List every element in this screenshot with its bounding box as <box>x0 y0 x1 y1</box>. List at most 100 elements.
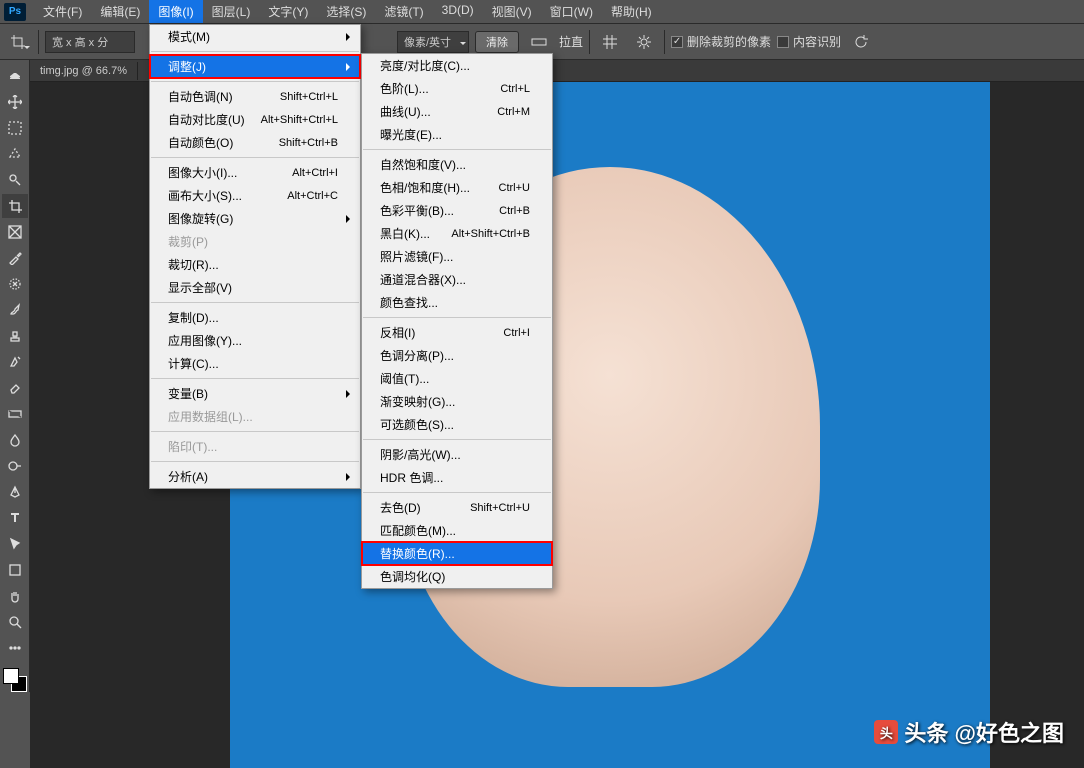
menubar-item[interactable]: 文字(Y) <box>259 0 317 23</box>
settings-icon[interactable] <box>630 28 658 56</box>
menubar-item[interactable]: 编辑(E) <box>91 0 149 23</box>
menu-item[interactable]: 曲线(U)...Ctrl+M <box>362 100 552 123</box>
menu-item[interactable]: 图像旋转(G) <box>150 207 360 230</box>
menu-item[interactable]: 色调分离(P)... <box>362 344 552 367</box>
straighten-icon[interactable] <box>525 28 553 56</box>
reset-icon[interactable] <box>847 28 875 56</box>
healing-brush-icon[interactable] <box>2 272 28 296</box>
menu-item[interactable]: 显示全部(V) <box>150 276 360 299</box>
collapse-icon[interactable] <box>2 64 28 88</box>
menu-item-label: 图像旋转(G) <box>168 210 338 227</box>
edit-toolbar-icon[interactable] <box>2 636 28 660</box>
delete-cropped-checkbox[interactable]: 删除裁剪的像素 <box>671 33 771 50</box>
image-menu-dropdown: 模式(M) 调整(J) 自动色调(N) Shift+Ctrl+L 自动对比度(U)Alt… <box>149 24 361 489</box>
brush-tool-icon[interactable] <box>2 298 28 322</box>
menubar-item[interactable]: 窗口(W) <box>541 0 602 23</box>
lasso-tool-icon[interactable] <box>2 142 28 166</box>
menu-item[interactable]: 画布大小(S)...Alt+Ctrl+C <box>150 184 360 207</box>
menu-item[interactable]: 变量(B) <box>150 382 360 405</box>
menu-item-label: 裁剪(P) <box>168 233 338 250</box>
menu-item[interactable]: 色阶(L)...Ctrl+L <box>362 77 552 100</box>
watermark-logo-icon: 头 <box>874 720 898 744</box>
menu-item-label: 可选颜色(S)... <box>380 416 530 433</box>
path-select-icon[interactable] <box>2 532 28 556</box>
menu-item-label: 色彩平衡(B)... <box>380 202 485 219</box>
document-tab[interactable]: timg.jpg @ 66.7% <box>30 62 138 80</box>
menu-item[interactable]: 复制(D)... <box>150 306 360 329</box>
menu-item[interactable]: 自然饱和度(V)... <box>362 153 552 176</box>
menu-item[interactable]: HDR 色调... <box>362 466 552 489</box>
menu-item[interactable]: 调整(J) <box>150 55 360 78</box>
menu-item[interactable]: 图像大小(I)...Alt+Ctrl+I <box>150 161 360 184</box>
menu-item[interactable]: 阈值(T)... <box>362 367 552 390</box>
clear-button[interactable]: 清除 <box>475 31 519 53</box>
menu-item-label: 去色(D) <box>380 499 456 516</box>
menu-item-label: 调整(J) <box>168 58 338 75</box>
menu-item-label: 曲线(U)... <box>380 103 483 120</box>
menu-item-shortcut: Shift+Ctrl+L <box>280 91 338 103</box>
zoom-tool-icon[interactable] <box>2 610 28 634</box>
crop-tool-indicator[interactable] <box>4 28 32 56</box>
menubar-item[interactable]: 3D(D) <box>433 0 483 23</box>
menu-item[interactable]: 色相/饱和度(H)...Ctrl+U <box>362 176 552 199</box>
crop-size-field[interactable]: 宽 x 高 x 分 <box>45 31 135 53</box>
menu-item[interactable]: 色调均化(Q) <box>362 565 552 588</box>
menubar-item[interactable]: 文件(F) <box>34 0 91 23</box>
gradient-tool-icon[interactable] <box>2 402 28 426</box>
menu-item[interactable]: 自动颜色(O)Shift+Ctrl+B <box>150 131 360 154</box>
menu-item-shortcut: Ctrl+B <box>499 205 530 217</box>
menu-item[interactable]: 计算(C)... <box>150 352 360 375</box>
menubar-item[interactable]: 图像(I) <box>149 0 202 23</box>
menu-item[interactable]: 裁切(R)... <box>150 253 360 276</box>
menubar-item[interactable]: 视图(V) <box>483 0 541 23</box>
menu-item[interactable]: 曝光度(E)... <box>362 123 552 146</box>
crop-tool-icon[interactable] <box>2 194 28 218</box>
eraser-tool-icon[interactable] <box>2 376 28 400</box>
menu-item[interactable]: 可选颜色(S)... <box>362 413 552 436</box>
eyedropper-icon[interactable] <box>2 246 28 270</box>
menu-item[interactable]: 色彩平衡(B)... Ctrl+B <box>362 199 552 222</box>
overlay-icon[interactable] <box>596 28 624 56</box>
menu-item[interactable]: 通道混合器(X)... <box>362 268 552 291</box>
menu-item[interactable]: 自动对比度(U)Alt+Shift+Ctrl+L <box>150 108 360 131</box>
menu-item[interactable]: 自动色调(N) Shift+Ctrl+L <box>150 85 360 108</box>
type-tool-icon[interactable] <box>2 506 28 530</box>
menu-item-label: 曝光度(E)... <box>380 126 530 143</box>
menu-item-label: 自动色调(N) <box>168 88 266 105</box>
menu-item-label: 黑白(K)... <box>380 225 437 242</box>
stamp-tool-icon[interactable] <box>2 324 28 348</box>
frame-tool-icon[interactable] <box>2 220 28 244</box>
shape-tool-icon[interactable] <box>2 558 28 582</box>
history-brush-icon[interactable] <box>2 350 28 374</box>
blur-tool-icon[interactable] <box>2 428 28 452</box>
menu-item[interactable]: 匹配颜色(M)... <box>362 519 552 542</box>
menubar-item[interactable]: 滤镜(T) <box>375 0 432 23</box>
menu-item[interactable]: 照片滤镜(F)... <box>362 245 552 268</box>
menu-item[interactable]: 反相(I)Ctrl+I <box>362 321 552 344</box>
content-aware-checkbox[interactable]: 内容识别 <box>777 33 841 50</box>
quick-select-icon[interactable] <box>2 168 28 192</box>
marquee-tool-icon[interactable] <box>2 116 28 140</box>
move-tool-icon[interactable] <box>2 90 28 114</box>
menu-item[interactable]: 亮度/对比度(C)... <box>362 54 552 77</box>
menu-item-label: 阴影/高光(W)... <box>380 446 530 463</box>
menu-item[interactable]: 去色(D)Shift+Ctrl+U <box>362 496 552 519</box>
menu-item: 裁剪(P) <box>150 230 360 253</box>
menubar-item[interactable]: 帮助(H) <box>602 0 661 23</box>
menu-item[interactable]: 阴影/高光(W)... <box>362 443 552 466</box>
menu-item[interactable]: 渐变映射(G)... <box>362 390 552 413</box>
menubar-item[interactable]: 图层(L) <box>203 0 260 23</box>
menu-item[interactable]: 替换颜色(R)... <box>362 542 552 565</box>
dodge-tool-icon[interactable] <box>2 454 28 478</box>
menu-item[interactable]: 分析(A) <box>150 465 360 488</box>
menubar-item[interactable]: 选择(S) <box>317 0 375 23</box>
menu-item[interactable]: 模式(M) <box>150 25 360 48</box>
menu-item[interactable]: 黑白(K)...Alt+Shift+Ctrl+B <box>362 222 552 245</box>
hand-tool-icon[interactable] <box>2 584 28 608</box>
menu-item[interactable]: 应用图像(Y)... <box>150 329 360 352</box>
pen-tool-icon[interactable] <box>2 480 28 504</box>
menu-item[interactable]: 颜色查找... <box>362 291 552 314</box>
menu-item-label: 图像大小(I)... <box>168 164 278 181</box>
color-swatches[interactable] <box>3 668 27 692</box>
units-select[interactable]: 像素/英寸 <box>397 31 469 53</box>
